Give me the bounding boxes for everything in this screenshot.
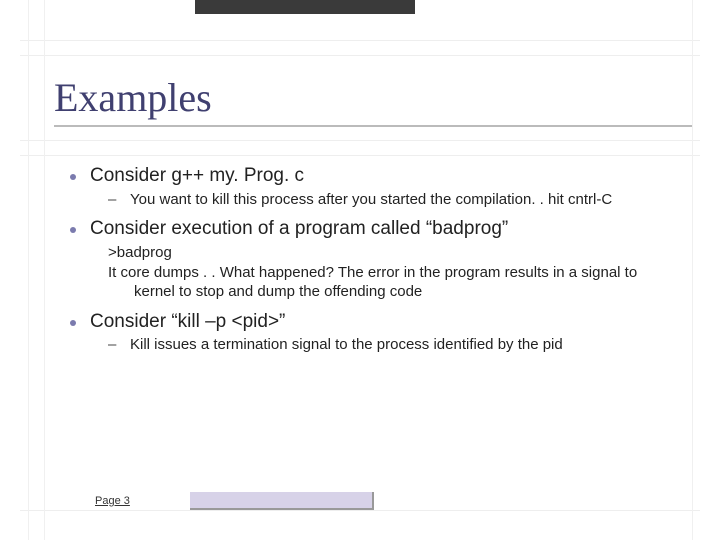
page-number: Page 3: [95, 495, 130, 507]
sub-item: – Kill issues a termination signal to th…: [108, 335, 655, 355]
dash-icon: –: [108, 335, 120, 355]
bullet-icon: [70, 320, 76, 326]
slide-title: Examples: [54, 74, 692, 127]
slide-footer: Page 3: [95, 492, 374, 510]
bullet-item: Consider execution of a program called “…: [70, 217, 665, 241]
sub-item: >badprog It core dumps . . What happened…: [108, 243, 655, 302]
sub-text: You want to kill this process after you …: [130, 190, 612, 210]
footer-decorative-box: [190, 492, 374, 510]
bullet-text: Consider g++ my. Prog. c: [90, 164, 304, 188]
bullet-item: Consider “kill –p <pid>”: [70, 310, 665, 334]
bullet-text: Consider execution of a program called “…: [90, 217, 508, 241]
sub-text: Kill issues a termination signal to the …: [130, 335, 563, 355]
bullet-icon: [70, 174, 76, 180]
bullet-text: Consider “kill –p <pid>”: [90, 310, 285, 334]
sub-text: >badprog: [108, 243, 655, 263]
dash-icon: –: [108, 190, 120, 210]
bullet-icon: [70, 227, 76, 233]
decorative-top-bar: [195, 0, 415, 14]
bullet-item: Consider g++ my. Prog. c: [70, 164, 665, 188]
slide-body: Consider g++ my. Prog. c – You want to k…: [70, 164, 665, 363]
sub-item: – You want to kill this process after yo…: [108, 190, 655, 210]
sub-text: It core dumps . . What happened? The err…: [108, 263, 655, 302]
